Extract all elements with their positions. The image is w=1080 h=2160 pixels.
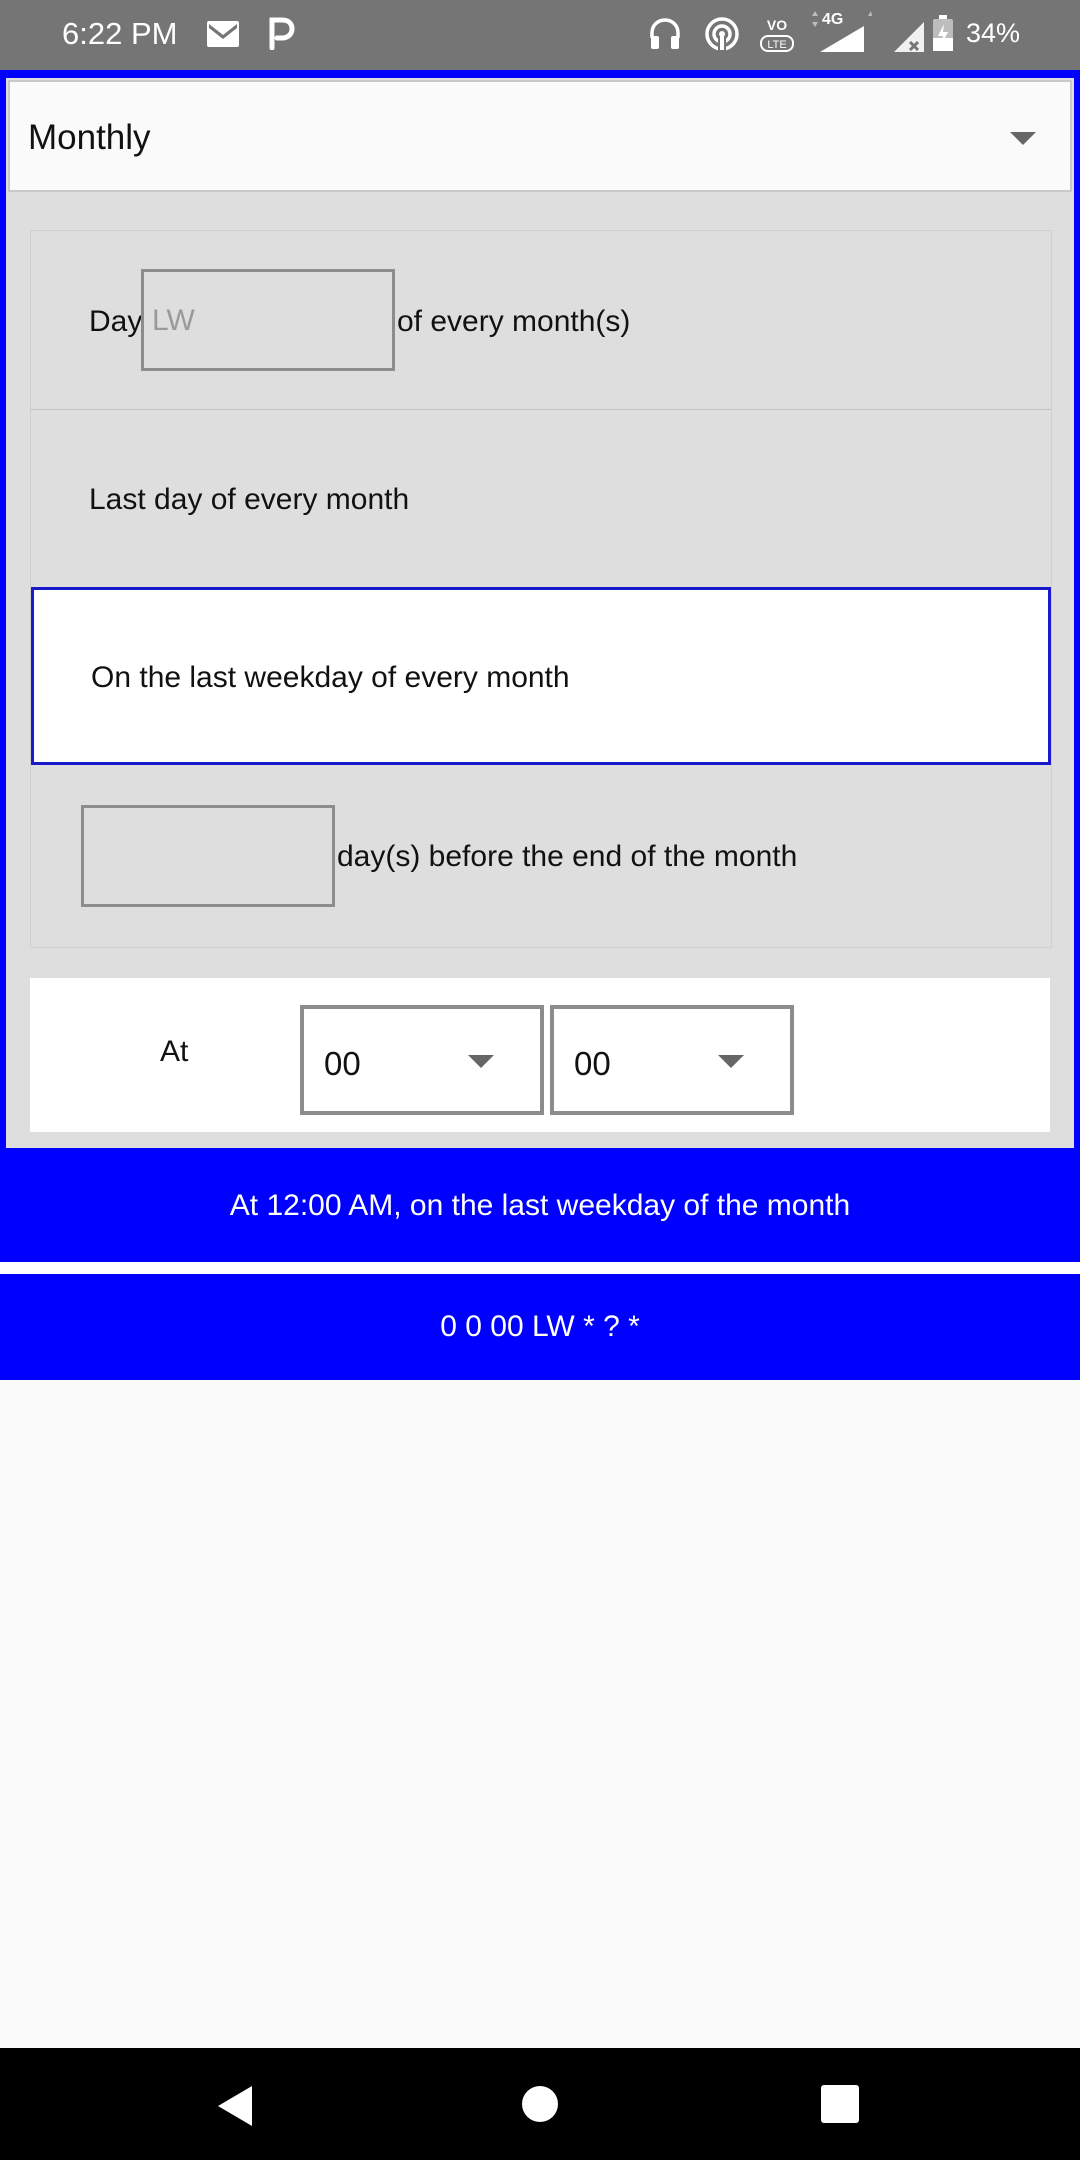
- cron-description: At 12:00 AM, on the last weekday of the …: [0, 1160, 1080, 1252]
- day-suffix-label: of every month(s): [397, 305, 631, 338]
- minute-dropdown[interactable]: 00: [550, 1005, 794, 1115]
- last-day-label: Last day of every month: [89, 483, 410, 516]
- back-icon[interactable]: [214, 2084, 254, 2128]
- hour-value: 00: [324, 1045, 361, 1082]
- minute-value: 00: [574, 1045, 611, 1082]
- chevron-down-icon: [1010, 132, 1036, 145]
- monthly-options-list: Day LW of every month(s) Last day of eve…: [30, 230, 1052, 948]
- frequency-selected-value: Monthly: [28, 118, 151, 157]
- home-icon[interactable]: [520, 2084, 560, 2124]
- divider: [0, 1262, 1080, 1274]
- p-app-icon: [269, 17, 295, 50]
- monthly-options-panel: Monthly Day LW of every month(s) Last da…: [6, 78, 1074, 1148]
- time-picker-row: At 00 00: [30, 978, 1050, 1132]
- option-days-before-end[interactable]: day(s) before the end of the month: [31, 765, 1051, 947]
- navigation-bar: [0, 2048, 1080, 2160]
- frequency-dropdown[interactable]: Monthly: [8, 80, 1072, 192]
- at-label: At: [160, 1035, 189, 1068]
- cron-builder-panel: Monthly Day LW of every month(s) Last da…: [0, 70, 1080, 1380]
- signal-no-service-icon: [894, 22, 924, 52]
- gmail-icon: [207, 21, 239, 47]
- last-weekday-label: On the last weekday of every month: [91, 661, 570, 694]
- chevron-down-icon: [718, 1055, 744, 1068]
- day-input-placeholder: LW: [152, 304, 195, 337]
- day-prefix-label: Day: [89, 305, 143, 338]
- recents-icon[interactable]: [820, 2084, 860, 2124]
- headset-icon: [650, 18, 680, 49]
- status-time: 6:22 PM: [62, 16, 178, 51]
- svg-text:LTE: LTE: [767, 39, 786, 51]
- volte-icon: VO LTE: [760, 17, 794, 52]
- battery-percent: 34%: [966, 18, 1021, 48]
- day-input[interactable]: LW: [141, 269, 395, 371]
- option-last-day[interactable]: Last day of every month: [31, 409, 1051, 587]
- days-before-input[interactable]: [81, 805, 335, 907]
- cron-expression: 0 0 00 LW * ? *: [0, 1274, 1080, 1380]
- chevron-down-icon: [468, 1055, 494, 1068]
- hotspot-icon: [705, 17, 739, 52]
- days-before-suffix-label: day(s) before the end of the month: [337, 840, 798, 873]
- svg-text:4G: 4G: [822, 11, 843, 28]
- option-last-weekday[interactable]: On the last weekday of every month: [31, 587, 1051, 765]
- battery-icon: [933, 15, 953, 51]
- svg-text:VO: VO: [767, 17, 787, 33]
- hour-dropdown[interactable]: 00: [300, 1005, 544, 1115]
- option-day-of-month[interactable]: Day LW of every month(s): [31, 231, 1051, 410]
- signal-icon: 4G: [812, 11, 872, 52]
- status-bar: 6:22 PM VO LTE 4G 34%: [0, 0, 1080, 70]
